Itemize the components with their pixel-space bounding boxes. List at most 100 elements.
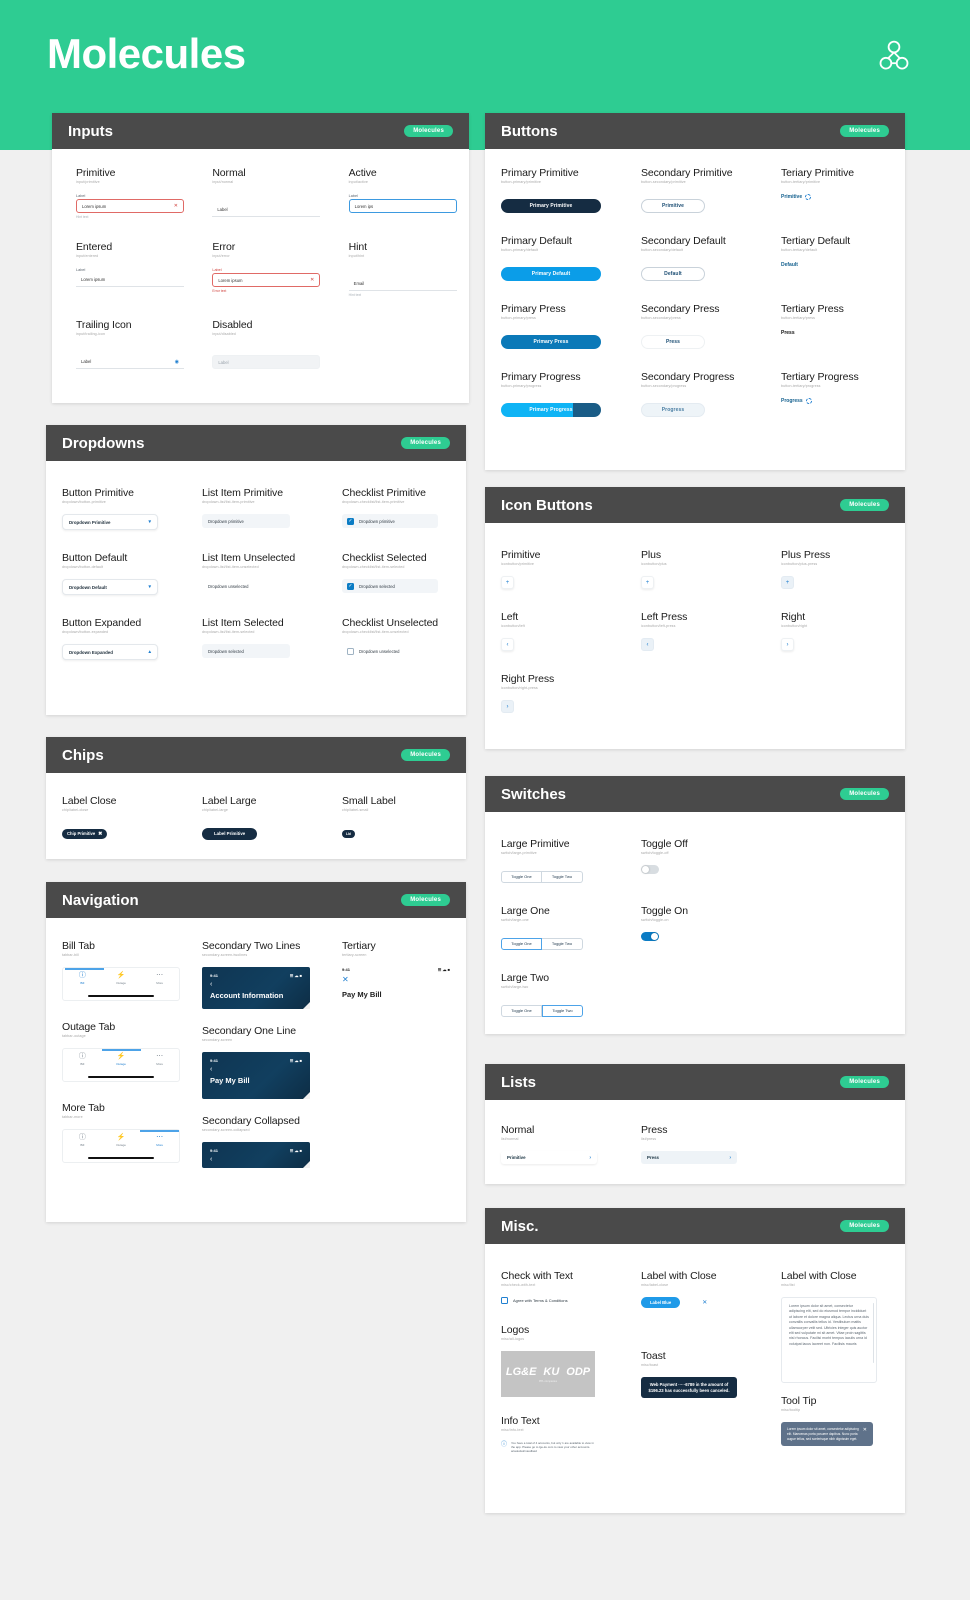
dropdown-button-expanded[interactable]: Dropdown Expanded ▴ (62, 644, 158, 660)
status-icons: ☰ ☁ ■ (289, 1147, 302, 1153)
input-value: Lorem ipsum (218, 277, 243, 283)
item-label: Label Large (202, 795, 257, 807)
tabbar[interactable]: ⓘ Bill ⚡ Outage ⋯ More (62, 1129, 180, 1163)
item-label: Entered (76, 241, 113, 253)
item-path: button-tertiary/primitive (781, 180, 821, 184)
text-input[interactable]: Label ◉ (76, 355, 184, 369)
clear-icon[interactable]: ✕ (174, 203, 178, 209)
plus-icon-button-press[interactable]: + (781, 576, 794, 589)
scrollbar[interactable] (872, 1303, 874, 1363)
segmented-control[interactable]: Toggle One Toggle Two (501, 1004, 583, 1017)
chevron-left-icon[interactable]: ‹ (210, 981, 302, 988)
chevron-right-icon-button[interactable]: › (781, 638, 794, 651)
toggle-off[interactable] (641, 865, 659, 874)
dropdown-button[interactable]: Dropdown Primitive ▾ (62, 514, 158, 530)
chip-small[interactable]: Lbl (342, 830, 356, 838)
text-input[interactable]: Lorem ips (348, 199, 457, 213)
tertiary-progress-button[interactable]: Progress (781, 398, 905, 404)
primary-progress-button[interactable]: Primary Progress (501, 403, 601, 417)
chip-large[interactable]: Label Primitive (202, 827, 258, 840)
secondary-progress-button[interactable]: Progress (641, 403, 705, 417)
segment-option[interactable]: Toggle Two (542, 937, 583, 950)
secondary-one-line-sample: Secondary One Line secondary-screen 9:41… (202, 1025, 326, 1099)
chevron-left-icon[interactable]: ‹ (210, 1156, 302, 1163)
terms-checkbox-row[interactable]: Agree with Terms & Conditions (501, 1297, 625, 1304)
button-sample: Primary Primitive button-primary/primiti… (485, 167, 625, 213)
tabbar[interactable]: ⓘ Bill ⚡ Outage ⋯ More (62, 1048, 180, 1082)
dropdown-sample: Checklist Unselected dropdown-checklist/… (326, 617, 466, 660)
scrollable-text-card[interactable]: Lorem ipsum dolor sit amet, consectetur … (781, 1297, 877, 1383)
checklist-item[interactable]: Dropdown unselected (342, 644, 438, 658)
dropdown-list-item[interactable]: Dropdown primitive (202, 514, 290, 528)
eye-icon[interactable]: ◉ (175, 359, 179, 365)
dropdown-button[interactable]: Dropdown Default ▾ (62, 579, 158, 595)
text-input[interactable]: Lorem ipsum ✕ (76, 199, 184, 213)
segment-option-selected[interactable]: Toggle Two (542, 1004, 583, 1017)
segment-option[interactable]: Toggle One (501, 1004, 542, 1017)
close-icon[interactable]: ✕ (863, 1427, 867, 1441)
item-path: input/entered (76, 254, 99, 258)
text-input[interactable]: Email (348, 277, 457, 291)
item-label: Info Text (501, 1415, 540, 1427)
chevron-left-icon[interactable]: ‹ (210, 1066, 302, 1073)
chip-with-close[interactable]: Chip Primitive ✖ (62, 828, 108, 839)
checkbox-checked-icon[interactable]: ✓ (347, 517, 354, 525)
checklist-label: Dropdown unselected (359, 648, 400, 654)
segment-option[interactable]: Toggle Two (542, 870, 583, 883)
list-sample: Press list/press Press › (625, 1124, 765, 1164)
field-label: Label (76, 268, 86, 272)
dropdown-list-item[interactable]: Dropdown selected (202, 644, 290, 658)
toggle-on[interactable] (641, 932, 659, 941)
text-input[interactable]: Label (212, 203, 321, 217)
tertiary-primitive-button[interactable]: Primitive (781, 194, 905, 200)
tabbar[interactable]: ⓘ Bill ⚡ Outage ⋯ More (62, 967, 180, 1001)
page-title: Molecules (47, 30, 246, 77)
status-bar: 9:41 ☰ ☁ ■ (210, 973, 302, 978)
segment-option[interactable]: Toggle One (501, 870, 542, 883)
list-item-press[interactable]: Press › (641, 1151, 737, 1164)
item-path: button-secondary/press (641, 316, 681, 320)
plus-icon-button[interactable]: + (501, 576, 514, 589)
secondary-primitive-button[interactable]: Primitive (641, 199, 705, 213)
text-input[interactable]: Lorem ipsum (76, 273, 184, 287)
checklist-item[interactable]: ✓ Dropdown primitive (342, 514, 438, 528)
text-input[interactable]: Lorem ipsum ✕ (212, 273, 321, 287)
label-close-row: Label Blue ✕ (641, 1297, 765, 1308)
chevron-right-icon: › (786, 641, 789, 648)
item-label: Large One (501, 905, 550, 917)
item-label: Left (501, 611, 519, 623)
close-circle-icon[interactable]: ✖ (98, 831, 102, 837)
screen-title: Pay My Bill (210, 1076, 250, 1086)
primary-default-button[interactable]: Primary Default (501, 267, 601, 281)
checklist-item[interactable]: ✓ Dropdown selected (342, 579, 438, 593)
item-label: Primary Default (501, 235, 572, 247)
checkbox-checked-icon[interactable]: ✓ (347, 582, 354, 590)
close-icon[interactable]: ✕ (702, 1299, 707, 1306)
chevron-left-icon-button-press[interactable]: ‹ (641, 638, 654, 651)
segmented-control[interactable]: Toggle One Toggle Two (501, 870, 583, 883)
chevron-left-icon-button[interactable]: ‹ (501, 638, 514, 651)
input-value: Lorem ipsum (81, 277, 106, 282)
dropdown-list-item[interactable]: Dropdown unselected (202, 579, 290, 593)
blue-label-pill[interactable]: Label Blue (641, 1297, 681, 1308)
plus-icon-button[interactable]: + (641, 576, 654, 589)
tertiary-default-button[interactable]: Default (781, 262, 905, 268)
clear-icon[interactable]: ✕ (310, 277, 314, 283)
item-label: Label with Close (641, 1270, 717, 1282)
list-item[interactable]: Primitive › (501, 1151, 597, 1164)
checkbox-unchecked-icon[interactable] (347, 647, 354, 655)
secondary-default-button[interactable]: Default (641, 267, 705, 281)
panel-title: Chips (62, 746, 104, 764)
segment-option-selected[interactable]: Toggle One (501, 937, 542, 950)
item-label: Tool Tip (781, 1395, 817, 1407)
secondary-press-button[interactable]: Press (641, 335, 705, 349)
chevron-right-icon-button-press[interactable]: › (501, 700, 514, 713)
item-label: Plus Press (781, 549, 831, 561)
segmented-control[interactable]: Toggle One Toggle Two (501, 937, 583, 950)
tertiary-press-button[interactable]: Press (781, 330, 905, 336)
close-icon[interactable]: ✕ (342, 976, 450, 984)
primary-press-button[interactable]: Primary Press (501, 335, 601, 349)
primary-primitive-button[interactable]: Primary Primitive (501, 199, 601, 213)
item-path: iconbutton/right-press (501, 686, 538, 690)
checkbox-unchecked-icon[interactable] (501, 1297, 508, 1304)
